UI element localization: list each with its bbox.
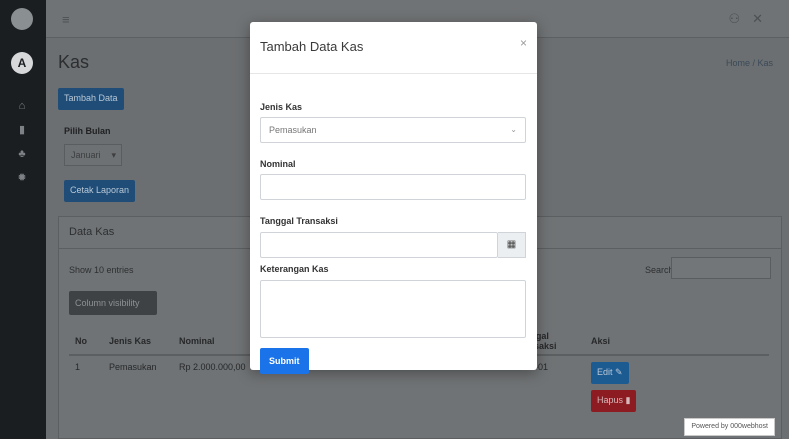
nominal-input[interactable] xyxy=(260,174,526,200)
cetak-laporan-button[interactable]: Cetak Laporan xyxy=(64,180,136,202)
jenis-kas-select[interactable]: Pemasukan ⌄ xyxy=(260,117,526,143)
jenis-kas-label: Jenis Kas xyxy=(260,102,303,112)
home-icon[interactable]: ⌂ xyxy=(16,100,28,112)
column-visibility-button[interactable]: Column visibility xyxy=(69,291,157,315)
logo-icon xyxy=(11,8,33,30)
col-jenis-kas[interactable]: Jenis Kas xyxy=(103,327,173,356)
tambah-data-button[interactable]: Tambah Data xyxy=(58,88,124,110)
nominal-label: Nominal xyxy=(260,159,296,169)
edit-button[interactable]: Edit ✎ xyxy=(591,362,629,384)
settings-icon[interactable]: ✹ xyxy=(16,172,28,184)
cell-aksi: Edit ✎ Hapus ▮ xyxy=(585,355,769,412)
keterangan-kas-label: Keterangan Kas xyxy=(260,264,329,274)
topbar-actions: ⚇✕ xyxy=(728,11,775,27)
calendar-icon[interactable]: ▦ xyxy=(498,232,526,258)
document-icon[interactable]: ▮ xyxy=(16,124,28,136)
hapus-button[interactable]: Hapus ▮ xyxy=(591,390,637,412)
submit-button[interactable]: Submit xyxy=(260,348,309,374)
tanggal-transaksi-label: Tanggal Transaksi xyxy=(260,216,338,226)
col-nominal[interactable]: Nominal xyxy=(173,327,253,356)
modal-title: Tambah Data Kas xyxy=(260,39,364,54)
avatar[interactable]: A xyxy=(11,52,33,74)
search-input[interactable] xyxy=(671,257,771,279)
pilih-bulan-label: Pilih Bulan xyxy=(64,126,111,136)
edit-label: Edit xyxy=(597,367,613,377)
card-title: Data Kas xyxy=(69,226,115,238)
chevron-down-icon: ⌄ xyxy=(510,125,517,134)
cell-jenis: Pemasukan xyxy=(109,362,157,372)
hapus-label: Hapus xyxy=(597,395,624,405)
hamburger-menu-icon[interactable]: ≡ xyxy=(62,12,70,27)
tanggal-transaksi-input[interactable] xyxy=(260,232,498,258)
cell-no: 1 xyxy=(75,362,81,372)
keterangan-kas-textarea[interactable] xyxy=(260,280,526,338)
edit-icon: ✎ xyxy=(615,367,623,377)
powered-by-badge[interactable]: Powered by 000webhost xyxy=(684,418,775,436)
col-no[interactable]: No xyxy=(69,327,103,356)
trash-icon: ▮ xyxy=(625,395,631,405)
modal-header: Tambah Data Kas × xyxy=(250,22,537,74)
page-title: Kas xyxy=(58,52,90,72)
show-entries[interactable]: Show 10 entries xyxy=(69,265,134,275)
jenis-kas-value: Pemasukan xyxy=(269,125,317,135)
col-aksi[interactable]: Aksi xyxy=(585,327,769,356)
breadcrumb[interactable]: Home / Kas xyxy=(726,58,773,68)
month-select-value: Januari xyxy=(71,150,101,160)
expand-icon[interactable]: ✕ xyxy=(752,11,775,26)
close-icon[interactable]: × xyxy=(520,36,527,50)
users-icon[interactable]: ♣ xyxy=(16,148,28,160)
cell-nominal: Rp 2.000.000,00 xyxy=(179,362,246,372)
tambah-data-kas-modal: Tambah Data Kas × Jenis Kas Pemasukan ⌄ … xyxy=(250,22,537,374)
user-icon[interactable]: ⚇ xyxy=(728,11,752,26)
month-select[interactable]: Januari ▾ xyxy=(64,144,122,166)
chevron-down-icon: ▾ xyxy=(111,150,116,160)
sidebar: A ⌂ ▮ ♣ ✹ xyxy=(0,0,46,439)
